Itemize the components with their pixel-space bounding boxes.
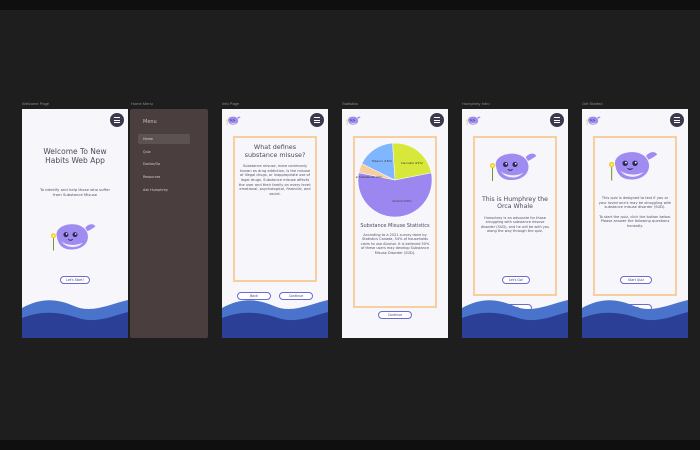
menu-item-doctorgo[interactable]: Doctor/Go [138, 159, 190, 169]
menu-title: Menu [143, 119, 157, 125]
get-started-frame: This quiz is designed to test if you or … [582, 109, 688, 338]
substance-pie-chart: Alcohol (54%) Illegal Substances (4%) Toba… [356, 142, 433, 218]
menu-line-icon [674, 119, 680, 121]
get-started-card: This quiz is designed to test if you or … [593, 136, 677, 296]
frame-label: Home Menu [131, 101, 153, 106]
frame-label: Statistics [342, 101, 359, 106]
menu-line-icon [434, 121, 440, 123]
lets-start-button[interactable]: Let's Start! [60, 276, 90, 284]
info-page-frame: What defines substance misuse? Substance… [222, 109, 328, 338]
frame-label: Welcome Page [22, 101, 50, 106]
statistics-title: Substance Misuse Statistics [360, 223, 430, 229]
statistics-body: According to a 2021 survey done by Stati… [360, 233, 430, 255]
menu-line-icon [314, 121, 320, 123]
humphrey-body: Humphrey is an advocate for those strugg… [480, 215, 550, 234]
menu-line-icon [434, 117, 440, 119]
menu-line-icon [314, 119, 320, 121]
orca-logo-icon [466, 116, 481, 126]
menu-item-ask-humphrey[interactable]: Ask Humphrey [138, 185, 190, 195]
welcome-subtitle: To identify and help those who suffer fr… [39, 187, 111, 197]
start-quiz-button[interactable]: Start Quiz [620, 276, 652, 284]
lets-go-button[interactable]: Let's Go! [502, 276, 530, 284]
frame-label: Info Page [222, 101, 240, 106]
menu-line-icon [674, 117, 680, 119]
humphrey-card: This is Humphrey the Orca Whale Humphrey… [473, 136, 557, 296]
menu-line-icon [114, 117, 120, 119]
hamburger-menu-button[interactable] [550, 113, 564, 127]
menu-line-icon [554, 119, 560, 121]
hamburger-menu-button[interactable] [670, 113, 684, 127]
humphrey-orca-icon [489, 153, 537, 182]
canvas-top-band [0, 0, 700, 10]
info-body: Substance misuse, more commonly known as… [238, 164, 312, 196]
menu-line-icon [434, 119, 440, 121]
pie-slice-label: Tobacco (16%) [371, 159, 393, 163]
menu-line-icon [314, 117, 320, 119]
ocean-waves [462, 300, 568, 338]
menu-line-icon [674, 121, 680, 123]
frame-label: Get Started [582, 101, 603, 106]
welcome-page-frame: Welcome To New Habits Web App To identif… [22, 109, 128, 338]
hamburger-menu-button[interactable] [310, 113, 324, 127]
statistics-frame: Alcohol (54%) Illegal Substances (4%) Toba… [342, 109, 448, 338]
get-started-instructions: To start the quiz, click the button belo… [599, 214, 671, 228]
orca-logo-icon [226, 116, 241, 126]
statistics-card: Alcohol (54%) Illegal Substances (4%) Toba… [353, 136, 437, 308]
canvas-bottom-band [0, 440, 700, 450]
frame-label: Humphrey Intro [462, 101, 490, 106]
menu-line-icon [114, 119, 120, 121]
menu-line-icon [554, 121, 560, 123]
ocean-waves [582, 300, 688, 338]
menu-item-resources[interactable]: Resources [138, 172, 190, 182]
menu-line-icon [114, 121, 120, 123]
pie-slice-label: Cannabis (22%) [401, 161, 423, 165]
orca-logo-icon [346, 116, 361, 126]
humphrey-orca-icon [608, 151, 658, 182]
menu-line-icon [554, 117, 560, 119]
info-heading: What defines substance misuse? [244, 143, 306, 159]
continue-button[interactable]: Continue [378, 311, 412, 319]
ocean-waves [22, 300, 128, 338]
menu-item-home[interactable]: Home [138, 134, 190, 144]
hamburger-menu-button[interactable] [430, 113, 444, 127]
menu-overlay-frame: Menu Home Quiz Doctor/Go Resources Ask H… [130, 109, 208, 338]
info-card: What defines substance misuse? Substance… [233, 136, 317, 282]
get-started-body: This quiz is designed to test if you or … [598, 196, 672, 210]
orca-logo-icon [586, 116, 601, 126]
menu-item-quiz[interactable]: Quiz [138, 147, 190, 157]
ocean-waves [222, 300, 328, 338]
humphrey-orca-icon [50, 223, 96, 252]
pie-slice-label: Alcohol (54%) [392, 199, 412, 203]
hamburger-menu-button[interactable] [110, 113, 124, 127]
pie-slice-label: Illegal Substances (4%) [356, 175, 382, 179]
welcome-title: Welcome To New Habits Web App [43, 147, 107, 165]
humphrey-intro-frame: This is Humphrey the Orca Whale Humphrey… [462, 109, 568, 338]
humphrey-title: This is Humphrey the Orca Whale [482, 196, 548, 211]
